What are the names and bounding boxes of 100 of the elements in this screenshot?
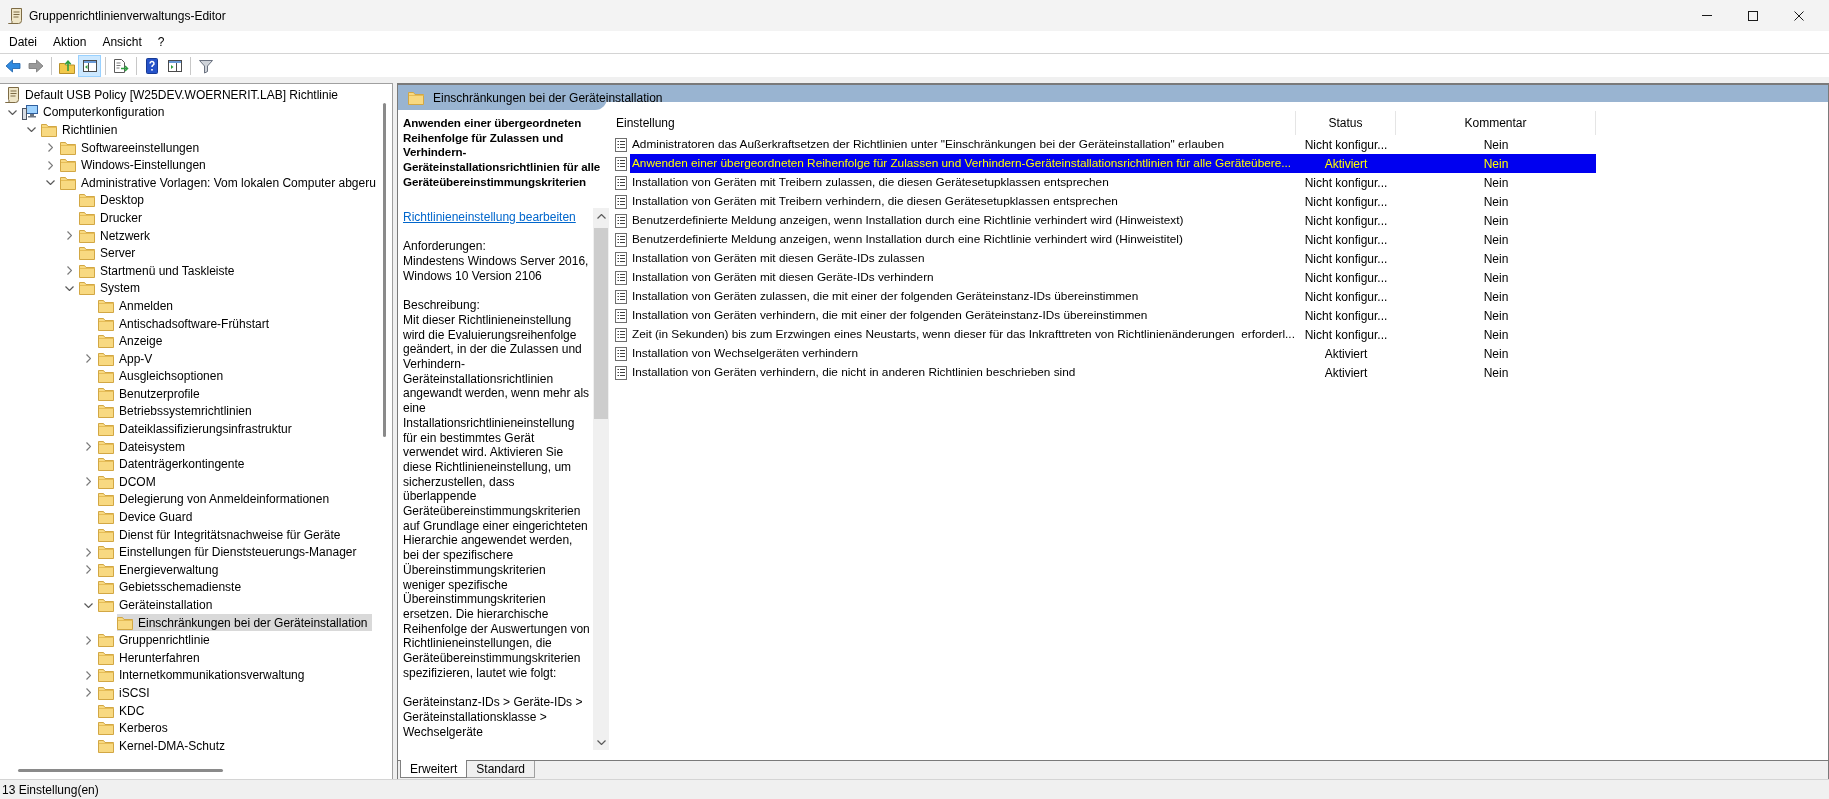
chevron-right-icon[interactable] — [66, 266, 72, 276]
chevron-right-icon[interactable] — [47, 143, 53, 153]
scroll-up-icon[interactable] — [596, 213, 606, 219]
tree-item[interactable]: System — [79, 279, 145, 298]
tree-item[interactable]: Gebietsschemadienste — [98, 578, 247, 597]
tree-item[interactable]: Antischadsoftware-Frühstart — [98, 314, 275, 333]
list-row[interactable]: Anwenden einer übergeordneten Reihenfolge für Zulassen und Verhindern-Geräteinstallationsrichtlinien für alle Geräteübere... Aktiviert Nein — [630, 154, 1596, 173]
tree-item[interactable]: KDC — [98, 701, 150, 720]
tree-item[interactable]: Internetkommunikationsverwaltung — [98, 666, 310, 685]
chevron-right-icon[interactable] — [85, 442, 91, 452]
chevron-down-icon[interactable] — [83, 602, 93, 608]
tree-item[interactable]: Benutzerprofile — [98, 385, 205, 403]
tree-item[interactable]: Gruppenrichtlinie — [98, 631, 215, 649]
list-row[interactable]: Installation von Geräten zulassen, die mit einer der folgenden Geräteinstanz-IDs übereinstimmen Nicht konfigur... Nein — [630, 287, 1596, 306]
chevron-right-icon[interactable] — [47, 160, 53, 170]
menu-item[interactable]: Aktion — [45, 32, 95, 52]
table-cell-text: Administratoren das Außerkraftsetzen der Richtlinien unter "Einschränkungen bei der Geräteinstallation" erlauben — [631, 135, 1225, 153]
chevron-right-icon[interactable] — [85, 670, 91, 680]
table-cell-text: Nein — [1482, 326, 1510, 344]
setting-title: Anwenden einer übergeordneten Reihenfolge für Zulassen und Verhindern-Geräteinstallationsrichtlinien für alle Geräteübereinstimmungskriterien — [403, 116, 602, 190]
column-header[interactable]: Einstellung — [612, 111, 1296, 135]
scroll-down-icon[interactable] — [596, 739, 606, 745]
tree-item[interactable]: Energieverwaltung — [98, 561, 224, 579]
list-row[interactable]: Benutzerdefinierte Meldung anzeigen, wenn Installation durch eine Richtlinie verhindert wird (Hinweistext) Nicht konfigur... Nein — [630, 211, 1596, 230]
tree-item[interactable]: Administrative Vorlagen: Vom lokalen Computer abgeru — [60, 173, 381, 192]
list-row[interactable]: Installation von Geräten verhindern, die nicht in anderen Richtlinien beschrieben sind Aktiviert Nein — [630, 363, 1596, 382]
tree-item[interactable]: Anmelden — [98, 297, 179, 315]
tree-item[interactable]: Server — [79, 244, 141, 262]
folder-icon — [98, 738, 114, 753]
list-row[interactable]: Zeit (in Sekunden) bis zum Erzwingen eines Neustarts, wenn dieser für das Inkrafttreten von Richtlinienänderungen erforderl... Nicht konfigur... Nein — [630, 325, 1596, 344]
chevron-down-icon[interactable] — [7, 109, 17, 115]
chevron-right-icon[interactable] — [85, 354, 91, 364]
tree-item[interactable]: Dienst für Integritätsnachweise für Geräte — [98, 525, 346, 544]
list-row[interactable]: Installation von Geräten mit Treibern verhindern, die diesen Gerätesetupklassen entsprechen Nicht konfigur... Nein — [630, 192, 1596, 211]
tree-item[interactable]: Kernel-DMA-Schutz — [98, 736, 231, 755]
tab[interactable]: Erweitert — [400, 760, 468, 778]
tree-item[interactable]: Dateisystem — [98, 437, 191, 456]
tree-item[interactable]: Startmenü und Taskleiste — [79, 261, 240, 280]
tree-item[interactable]: Herunterfahren — [98, 649, 205, 667]
chevron-right-icon[interactable] — [85, 477, 91, 487]
menu-item[interactable]: ? — [149, 32, 173, 52]
tree-item[interactable]: Datenträgerkontingente — [98, 455, 250, 474]
forward-arrow-icon — [27, 57, 44, 74]
menu-item[interactable]: Ansicht — [94, 32, 150, 52]
tree-item[interactable]: Netzwerk — [79, 226, 155, 245]
column-header[interactable]: Status — [1296, 111, 1396, 135]
tree-item[interactable]: Ausgleichsoptionen — [98, 367, 229, 386]
chevron-down-icon[interactable] — [64, 285, 74, 291]
chevron-right-icon[interactable] — [85, 688, 91, 698]
scrollbar-thumb[interactable] — [594, 228, 608, 419]
tree-item[interactable]: Betriebssystemrichtlinien — [98, 402, 257, 421]
status-text: 13 Einstellung(en) — [2, 781, 99, 799]
folder-icon — [98, 527, 114, 542]
tree-item[interactable]: Device Guard — [98, 508, 198, 526]
chevron-right-icon[interactable] — [85, 635, 91, 645]
table-cell-text: Nein — [1482, 231, 1510, 249]
list-row[interactable]: Installation von Wechselgeräten verhindern Aktiviert Nein — [630, 344, 1596, 363]
list-row[interactable]: Installation von Geräten verhindern, die mit einer der folgenden Geräteinstanz-IDs übereinstimmen Nicht konfigur... Nein — [630, 306, 1596, 325]
list-row[interactable]: Installation von Geräten mit Treibern zulassen, die diesen Gerätesetupklassen entsprechen Nicht konfigur... Nein — [630, 173, 1596, 192]
console-tree-button[interactable] — [78, 54, 101, 77]
tree-item[interactable]: Anzeige — [98, 332, 168, 350]
table-cell-text: Nein — [1482, 193, 1510, 211]
tree-item[interactable]: Dateiklassifizierungsinfrastruktur — [98, 420, 297, 438]
tree-item[interactable]: DCOM — [98, 473, 161, 491]
scrollbar-thumb[interactable] — [18, 769, 223, 772]
folder-icon — [98, 298, 114, 313]
chevron-right-icon[interactable] — [85, 547, 91, 557]
tree-item[interactable]: Kerberos — [98, 719, 173, 737]
tab[interactable]: Standard — [467, 761, 536, 778]
table-cell-text: Installation von Geräten mit Treibern verhindern, die diesen Gerätesetupklassen entsprechen — [631, 192, 1119, 210]
window-title: Gruppenrichtlinienverwaltungs-Editor — [29, 7, 226, 25]
edit-setting-link[interactable]: Richtlinieneinstellung bearbeiten — [403, 210, 576, 225]
folder-icon — [60, 158, 76, 173]
list-row[interactable]: Installation von Geräten mit diesen Geräte-IDs zulassen Nicht konfigur... Nein — [630, 249, 1596, 268]
tree-item[interactable]: Computerkonfiguration — [22, 103, 170, 122]
tree-item[interactable]: Einstellungen für Dienststeuerungs-Manager — [98, 543, 362, 562]
menu-item[interactable]: Datei — [1, 32, 45, 52]
chevron-down-icon[interactable] — [45, 180, 55, 186]
folder-icon — [98, 422, 114, 437]
tree-item[interactable]: Richtlinien — [41, 121, 123, 139]
tree-item[interactable]: Einschränkungen bei der Geräteinstallation — [117, 613, 373, 632]
tree-item[interactable]: Delegierung von Anmeldeinformationen — [98, 490, 335, 509]
tree-item[interactable]: Softwareeinstellungen — [60, 138, 205, 157]
scrollbar[interactable] — [593, 208, 609, 750]
chevron-down-icon[interactable] — [26, 127, 36, 133]
tree-item[interactable]: Default USB Policy [W25DEV.WOERNERIT.LAB] Richtlinie — [4, 86, 343, 104]
list-row[interactable]: Administratoren das Außerkraftsetzen der Richtlinien unter "Einschränkungen bei der Geräteinstallation" erlauben Nicht konfigur... Nein — [630, 135, 1596, 154]
folder-icon — [79, 281, 95, 296]
tree-item[interactable]: Drucker — [79, 209, 147, 227]
list-row[interactable]: Benutzerdefinierte Meldung anzeigen, wenn Installation durch eine Richtlinie verhindert wird (Hinweistitel) Nicht konfigur... Nein — [630, 230, 1596, 249]
tree-item[interactable]: iSCSI — [98, 684, 155, 702]
scrollbar-thumb[interactable] — [383, 103, 386, 437]
tree-item[interactable]: Geräteinstallation — [98, 596, 218, 614]
tree-item[interactable]: App-V — [98, 349, 158, 368]
tree-item[interactable]: Windows-Einstellungen — [60, 156, 211, 174]
list-row[interactable]: Installation von Geräten mit diesen Geräte-IDs verhindern Nicht konfigur... Nein — [630, 268, 1596, 287]
tree-item[interactable]: Desktop — [79, 191, 150, 210]
chevron-right-icon[interactable] — [66, 231, 72, 241]
chevron-right-icon[interactable] — [85, 565, 91, 575]
column-header[interactable]: Kommentar — [1396, 111, 1596, 135]
